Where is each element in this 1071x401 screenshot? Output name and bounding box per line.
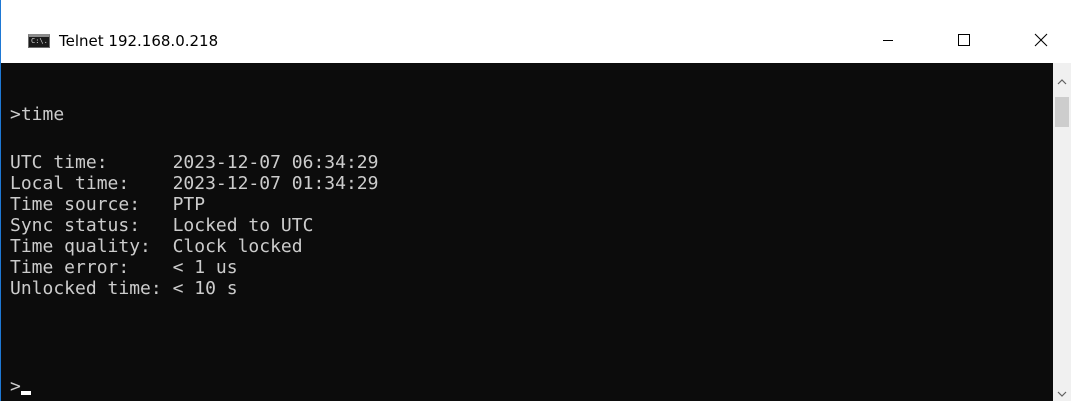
command-line: >time (10, 104, 65, 125)
field-label: Time source: (10, 194, 173, 215)
field-value: PTP (172, 194, 206, 215)
field-value: 2023-12-07 06:34:29 (172, 152, 379, 173)
field-time-source: Time source: PTP (10, 194, 205, 215)
console-output[interactable]: >time UTC time: 2023-12-07 06:34:29 Loca… (0, 63, 1053, 401)
scroll-down-button[interactable] (1053, 385, 1071, 401)
prompt-line: > (10, 376, 31, 397)
maximize-icon (958, 34, 970, 46)
minimize-icon (883, 40, 893, 41)
close-icon (1034, 33, 1048, 47)
window-title: Telnet 192.168.0.218 (59, 32, 219, 50)
scroll-up-button[interactable] (1053, 73, 1071, 90)
field-utc-time: UTC time: 2023-12-07 06:34:29 (10, 152, 378, 173)
prompt-symbol: > (10, 376, 21, 397)
field-time-error: Time error: < 1 us (10, 257, 238, 278)
field-sync-status: Sync status: Locked to UTC (10, 215, 313, 236)
scroll-thumb[interactable] (1055, 97, 1069, 127)
field-value: < 10 s (172, 278, 238, 299)
telnet-window: C:\. Telnet 192.168.0.218 >time UTC time… (0, 0, 1071, 401)
vertical-scrollbar[interactable] (1053, 63, 1071, 401)
field-time-quality: Time quality: Clock locked (10, 236, 303, 257)
field-local-time: Local time: 2023-12-07 01:34:29 (10, 173, 378, 194)
field-value: Locked to UTC (172, 215, 314, 236)
chevron-up-icon (1057, 78, 1067, 84)
field-label: Unlocked time: (10, 278, 173, 299)
close-button[interactable] (1019, 24, 1063, 56)
field-unlocked-time: Unlocked time: < 10 s (10, 278, 238, 299)
field-label: Time error: (10, 257, 173, 278)
field-value: < 1 us (172, 257, 238, 278)
field-value: Clock locked (172, 236, 303, 257)
text-cursor (20, 391, 31, 395)
field-label: Sync status: (10, 215, 173, 236)
maximize-button[interactable] (942, 24, 986, 56)
minimize-button[interactable] (866, 24, 910, 56)
field-value: 2023-12-07 01:34:29 (172, 173, 379, 194)
chevron-down-icon (1057, 391, 1067, 397)
field-label: UTC time: (10, 152, 173, 173)
field-label: Local time: (10, 173, 173, 194)
title-bar[interactable]: C:\. Telnet 192.168.0.218 (0, 0, 1071, 63)
console-app-icon[interactable]: C:\. (28, 34, 50, 48)
field-label: Time quality: (10, 236, 173, 257)
